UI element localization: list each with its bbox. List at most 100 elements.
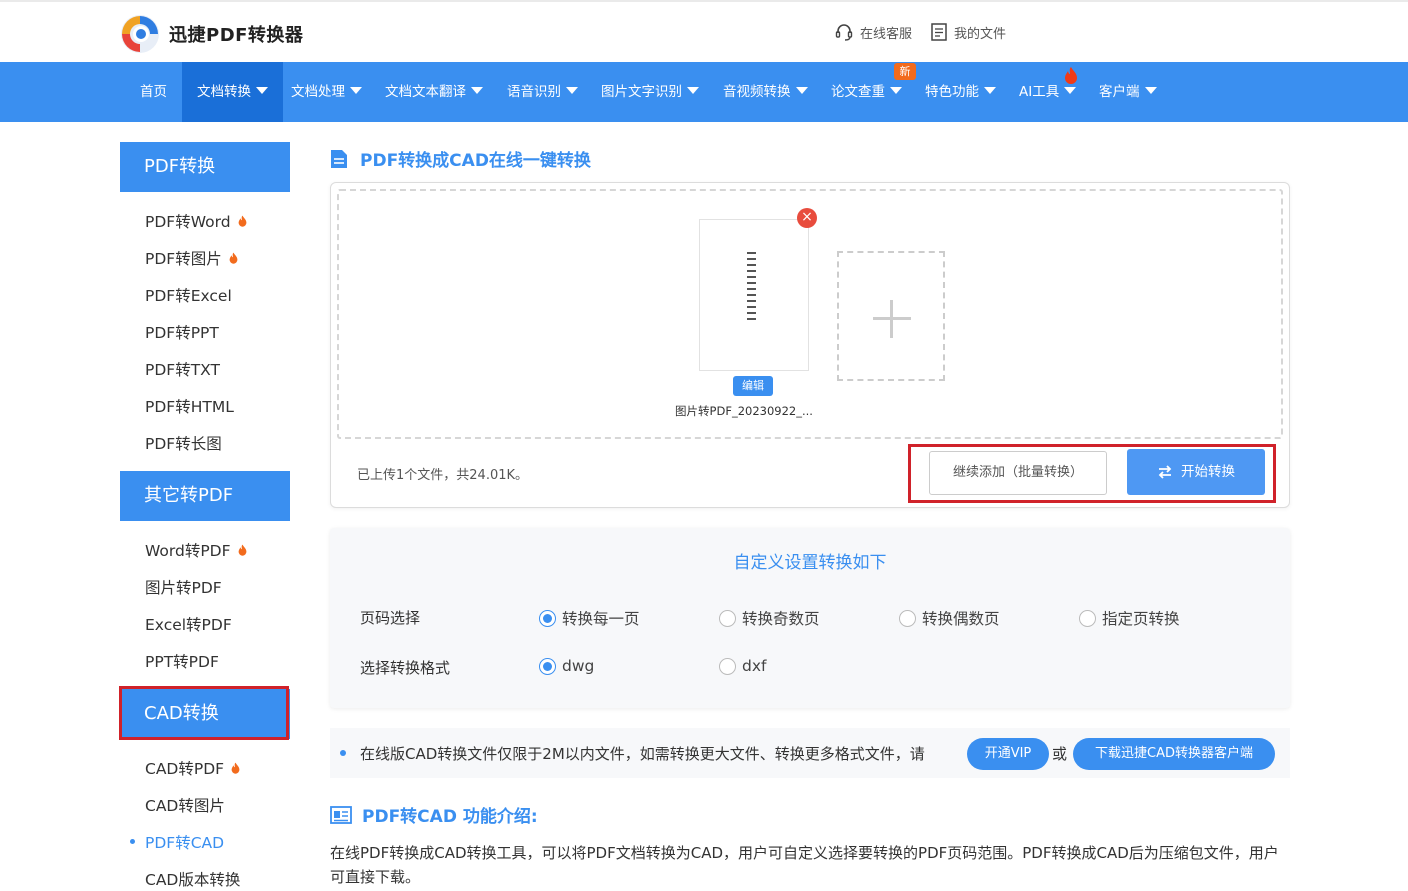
nav-features[interactable]: 特色功能: [925, 62, 996, 122]
chevron-down-icon: [1144, 87, 1157, 94]
radio-button[interactable]: [539, 609, 556, 627]
edit-file-button[interactable]: 编辑: [733, 376, 773, 396]
sidebar-item-pdf-to-cad[interactable]: PDF转CAD: [145, 831, 224, 853]
sidebar-item-pdf-to-long-image[interactable]: PDF转长图: [145, 432, 222, 454]
remove-file-button[interactable]: ×: [797, 208, 817, 228]
chevron-down-icon: [350, 87, 362, 94]
radio-dxf[interactable]: dxf: [719, 657, 766, 675]
info-doc-icon: [330, 805, 352, 824]
radio-dwg[interactable]: dwg: [539, 657, 594, 675]
nav-features-label: 特色功能: [925, 84, 979, 100]
radio-even-pages[interactable]: 转换偶数页: [899, 607, 1000, 629]
page-title: PDF转换成CAD在线一键转换: [330, 146, 591, 171]
sidebar-item-cad-version[interactable]: CAD版本转换: [145, 868, 240, 890]
sidebar-item-word-to-pdf[interactable]: Word转PDF: [145, 539, 248, 561]
highlight-box: [908, 444, 1276, 503]
notice-bar: 在线版CAD转换文件仅限于2M以内文件，如需转换更大文件、转换更多格式文件，请 …: [330, 728, 1290, 778]
my-files-link[interactable]: 我的文件: [930, 22, 1006, 42]
sidebar-item-label: PDF转PPT: [145, 324, 219, 342]
nav-ai-tools-label: AI工具: [1019, 84, 1060, 100]
sidebar-item-label: PDF转图片: [145, 250, 222, 268]
sidebar-section-title: PDF转换: [144, 156, 216, 177]
radio-button[interactable]: [719, 657, 736, 675]
top-header: 迅捷PDF转换器 在线客服 我的文件: [0, 0, 1408, 62]
nav-doc-process[interactable]: 文档处理: [291, 62, 362, 122]
chevron-down-icon: [566, 87, 578, 94]
radio-odd-pages[interactable]: 转换奇数页: [719, 607, 820, 629]
radio-button[interactable]: [1079, 609, 1096, 627]
download-client-button[interactable]: 下载迅捷CAD转换器客户端: [1073, 738, 1275, 770]
sidebar-section-title: 其它转PDF: [144, 485, 234, 506]
notice-text: 在线版CAD转换文件仅限于2M以内文件，如需转换更大文件、转换更多格式文件，请: [360, 745, 925, 763]
chevron-down-icon: [795, 87, 808, 94]
open-vip-button[interactable]: 开通VIP: [967, 738, 1049, 770]
sidebar-item-label: PDF转Word: [145, 213, 231, 231]
logo-icon: [120, 14, 160, 54]
sidebar-section-pdf-convert[interactable]: PDF转换: [120, 142, 290, 192]
sidebar-item-label: CAD转图片: [145, 797, 225, 815]
notice-or: 或: [1052, 745, 1068, 763]
plus-icon: [890, 300, 893, 338]
sidebar-item-pdf-to-html[interactable]: PDF转HTML: [145, 395, 234, 417]
chevron-down-icon: [256, 87, 268, 94]
fire-icon: [238, 544, 246, 556]
settings-panel: 自定义设置转换如下 页码选择 转换每一页 转换奇数页 转换偶数页 指定页转换 选…: [330, 528, 1290, 708]
sidebar-item-label: 图片转PDF: [145, 579, 222, 597]
add-file-button[interactable]: [837, 251, 945, 381]
nav-doc-translate-label: 文档文本翻译: [385, 84, 466, 100]
page-title-text: PDF转换成CAD在线一键转换: [360, 151, 591, 171]
nav-doc-convert[interactable]: 文档转换: [182, 62, 283, 122]
nav-client[interactable]: 客户端: [1099, 62, 1157, 122]
sidebar-item-image-to-pdf[interactable]: 图片转PDF: [145, 576, 222, 598]
sidebar-item-cad-to-image[interactable]: CAD转图片: [145, 794, 225, 816]
nav-speech-label: 语音识别: [507, 84, 561, 100]
nav-doc-translate[interactable]: 文档文本翻译: [385, 62, 483, 122]
my-files-label: 我的文件: [954, 26, 1007, 42]
nav-home[interactable]: 首页: [140, 62, 167, 122]
file-name: 图片转PDF_20230922_...: [675, 404, 813, 418]
fire-icon: [229, 252, 238, 264]
radio-label: 转换偶数页: [922, 610, 1000, 628]
nav-ocr[interactable]: 图片文字识别: [601, 62, 699, 122]
chevron-down-icon: [984, 87, 996, 94]
fire-icon: [1065, 67, 1077, 84]
file-thumbnail[interactable]: [699, 219, 809, 371]
radio-button[interactable]: [719, 609, 736, 627]
nav-speech[interactable]: 语音识别: [507, 62, 578, 122]
online-service-label: 在线客服: [860, 26, 913, 42]
sidebar-item-pdf-to-word[interactable]: PDF转Word: [145, 210, 248, 232]
radio-specific-pages[interactable]: 指定页转换: [1079, 607, 1180, 629]
nav-ocr-label: 图片文字识别: [601, 84, 682, 100]
radio-label: 转换每一页: [562, 610, 640, 628]
sidebar-item-excel-to-pdf[interactable]: Excel转PDF: [145, 613, 232, 635]
nav-doc-convert-label: 文档转换: [197, 84, 251, 100]
brand-logo[interactable]: 迅捷PDF转换器: [120, 14, 303, 54]
radio-button[interactable]: [899, 609, 916, 627]
sidebar-section-other-to-pdf[interactable]: 其它转PDF: [120, 471, 290, 521]
sidebar-item-ppt-to-pdf[interactable]: PPT转PDF: [145, 650, 219, 672]
radio-every-page[interactable]: 转换每一页: [539, 607, 640, 629]
sidebar-item-pdf-to-excel[interactable]: PDF转Excel: [145, 284, 232, 306]
nav-paper-check[interactable]: 论文查重: [831, 62, 902, 122]
new-badge: 新: [894, 63, 916, 80]
radio-button[interactable]: [539, 657, 556, 675]
headset-icon: [835, 24, 853, 41]
brand-name: 迅捷PDF转换器: [169, 25, 304, 46]
intro-text: 在线PDF转换成CAD转换工具，可以将PDF文档转换为CAD，用户可自定义选择要…: [330, 844, 1279, 886]
bullet-dot: [340, 750, 346, 756]
thumbnail-content: [747, 252, 759, 324]
page-select-label: 页码选择: [360, 609, 421, 627]
fire-icon: [231, 762, 240, 774]
sidebar-item-pdf-to-ppt[interactable]: PDF转PPT: [145, 321, 219, 343]
drop-zone[interactable]: × 编辑 图片转PDF_20230922_...: [337, 189, 1283, 439]
nav-client-label: 客户端: [1099, 84, 1140, 100]
sidebar-item-pdf-to-txt[interactable]: PDF转TXT: [145, 358, 220, 380]
intro-title: PDF转CAD 功能介绍:: [330, 802, 538, 827]
online-service-link[interactable]: 在线客服: [834, 22, 912, 42]
radio-label: 指定页转换: [1102, 610, 1180, 628]
sidebar-item-cad-to-pdf[interactable]: CAD转PDF: [145, 757, 241, 779]
sidebar-item-label: Word转PDF: [145, 542, 231, 560]
sidebar-item-label: CAD版本转换: [145, 871, 241, 889]
nav-av-convert[interactable]: 音视频转换: [723, 62, 808, 122]
sidebar-item-pdf-to-image[interactable]: PDF转图片: [145, 247, 239, 269]
